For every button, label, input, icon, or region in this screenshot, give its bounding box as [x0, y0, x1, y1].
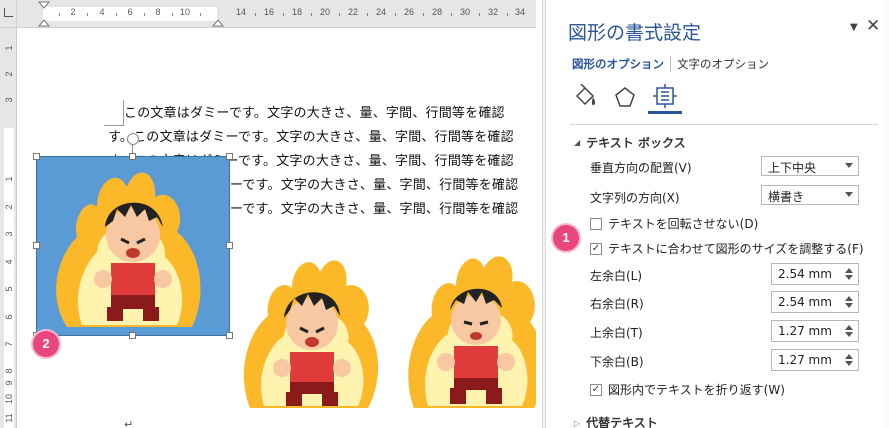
document-page[interactable]: この文章はダミーです。文字の大きさ、量、字間、行間等を確認 す。この文章はダミー… [18, 28, 536, 428]
v-ruler-tick: 3 [4, 97, 14, 103]
expand-triangle-icon: ▷ [574, 419, 581, 428]
spin-down-icon[interactable] [845, 361, 853, 366]
checkmark-icon[interactable]: ✓ [590, 383, 602, 396]
rotate-handle[interactable] [127, 133, 139, 145]
format-shape-pane: 図形の書式設定 ▼ ✕ 図形のオプション 文字のオプション ◢ テキスト ボックス… [552, 0, 889, 428]
v-ruler-tick: 2 [4, 71, 14, 77]
resize-handle[interactable] [33, 153, 40, 160]
close-icon[interactable]: ✕ [866, 16, 880, 36]
effects-pentagon-icon[interactable] [608, 80, 642, 114]
vertical-align-label: 垂直方向の配置(V) [590, 161, 692, 175]
checkbox-unchecked-icon[interactable] [590, 217, 602, 230]
fire-character-illustration-3[interactable] [406, 246, 536, 410]
textbox-section-header[interactable]: ◢ テキスト ボックス [574, 134, 686, 151]
pane-options-dropdown-icon[interactable]: ▼ [850, 22, 858, 33]
top-margin-label: 上余白(T) [590, 326, 643, 340]
right-margin-label: 右余白(R) [590, 297, 644, 311]
v-ruler-tick: 1 [4, 176, 14, 182]
v-ruler-tick: 6 [4, 314, 14, 320]
v-ruler-tick: 5 [4, 286, 14, 292]
h-ruler-tick: 20 [319, 7, 331, 17]
collapse-triangle-icon: ◢ [574, 138, 581, 147]
right-indent-marker-icon[interactable] [211, 14, 225, 28]
h-ruler-tick: 14 [235, 7, 247, 17]
spin-down-icon[interactable] [845, 303, 853, 308]
vertical-align-select[interactable]: 上下中央 [761, 156, 859, 176]
spin-down-icon[interactable] [845, 332, 853, 337]
resize-handle[interactable] [226, 242, 233, 249]
h-ruler-tick: 24 [375, 7, 387, 17]
resize-handle[interactable] [129, 153, 136, 160]
autofit-shape-checkbox[interactable]: ✓ テキストに合わせて図形のサイズを調整する(F) [590, 240, 864, 257]
pane-title: 図形の書式設定 [568, 22, 702, 44]
spin-up-icon[interactable] [845, 296, 853, 301]
left-margin-label: 左余白(L) [590, 269, 643, 283]
text-direction-label: 文字列の方向(X) [590, 191, 680, 205]
right-margin-spinner[interactable]: 2.54 mm [771, 291, 859, 313]
left-margin-spinner[interactable]: 2.54 mm [771, 263, 859, 285]
v-ruler-tick: 3 [4, 231, 14, 237]
h-ruler-tick: 26 [403, 7, 415, 17]
spin-down-icon[interactable] [845, 275, 853, 280]
ruler-corner-tab-selector[interactable] [0, 0, 17, 28]
h-ruler-tick: 32 [487, 7, 499, 17]
callout-badge-1: 1 [553, 225, 579, 251]
pane-scrollbar[interactable] [885, 0, 889, 428]
alt-text-section-header[interactable]: ▷ 代替テキスト [574, 414, 658, 428]
vertical-ruler[interactable]: 1 2 3 1 2 3 4 5 6 7 8 9 10 11 [0, 28, 17, 428]
bottom-margin-spinner[interactable]: 1.27 mm [771, 349, 859, 371]
h-ruler-tick: 28 [431, 7, 443, 17]
tab-shape-options[interactable]: 図形のオプション [572, 56, 664, 72]
v-ruler-tick: 9 [4, 380, 14, 386]
resize-handle[interactable] [226, 153, 233, 160]
indent-marker-icon[interactable] [37, 0, 51, 28]
h-ruler-tick: 22 [347, 7, 359, 17]
page-corner-mark [104, 100, 124, 126]
chevron-down-icon [845, 192, 853, 197]
checkmark-icon[interactable]: ✓ [590, 242, 602, 255]
tab-text-options[interactable]: 文字のオプション [670, 56, 769, 72]
h-ruler-tick: 10 [179, 7, 191, 17]
v-ruler-tick: 2 [4, 204, 14, 210]
wrap-text-checkbox[interactable]: ✓ 図形内でテキストを折り返す(W) [590, 381, 785, 398]
v-ruler-tick: 4 [4, 259, 14, 265]
v-ruler-tick: 8 [4, 368, 14, 374]
bottom-margin-label: 下余白(B) [590, 355, 644, 369]
top-margin-spinner[interactable]: 1.27 mm [771, 320, 859, 342]
h-ruler-tick: 34 [514, 7, 526, 17]
selected-shape[interactable] [36, 156, 230, 336]
layout-properties-icon[interactable] [648, 80, 682, 114]
resize-handle[interactable] [33, 242, 40, 249]
chevron-down-icon [845, 163, 853, 168]
fire-character-illustration-1 [56, 172, 201, 327]
h-ruler-tick: 16 [263, 7, 275, 17]
paragraph-mark: ↵ [124, 418, 134, 428]
v-ruler-tick: 10 [4, 393, 14, 404]
v-ruler-tick: 11 [4, 413, 14, 423]
h-ruler-tick: 8 [155, 7, 161, 17]
v-ruler-tick: 1 [4, 45, 14, 51]
resize-handle[interactable] [129, 332, 136, 339]
fill-line-icon[interactable] [568, 80, 602, 114]
body-text-line[interactable]: す。この文章はダミーです。文字の大きさ、量、字間、行間等を確認 [108, 126, 514, 145]
body-text-line[interactable]: ーです。文字の大きさ、量、字間、行間等を確認 [230, 174, 518, 193]
body-text-line[interactable]: ーです。文字の大きさ、量、字間、行間等を確認 [230, 198, 518, 217]
horizontal-ruler[interactable]: 2 4 6 8 10 14 16 18 20 22 24 26 28 30 32… [17, 0, 536, 28]
resize-handle[interactable] [226, 332, 233, 339]
h-ruler-tick: 18 [291, 7, 303, 17]
body-text-line[interactable]: この文章はダミーです。文字の大きさ、量、字間、行間等を確認 [124, 102, 505, 121]
v-ruler-tick: 7 [4, 341, 14, 347]
spin-up-icon[interactable] [845, 354, 853, 359]
pane-splitter[interactable] [536, 0, 552, 428]
callout-badge-2: 2 [33, 331, 59, 357]
no-rotate-text-checkbox[interactable]: テキストを回転させない(D) [590, 215, 758, 232]
h-ruler-tick: 30 [459, 7, 471, 17]
fire-character-illustration-2[interactable] [240, 250, 380, 410]
spin-up-icon[interactable] [845, 268, 853, 273]
text-direction-select[interactable]: 横書き [761, 185, 859, 205]
h-ruler-tick: 4 [99, 7, 105, 17]
h-ruler-tick: 2 [70, 7, 76, 17]
h-ruler-tick: 6 [127, 7, 133, 17]
spin-up-icon[interactable] [845, 325, 853, 330]
